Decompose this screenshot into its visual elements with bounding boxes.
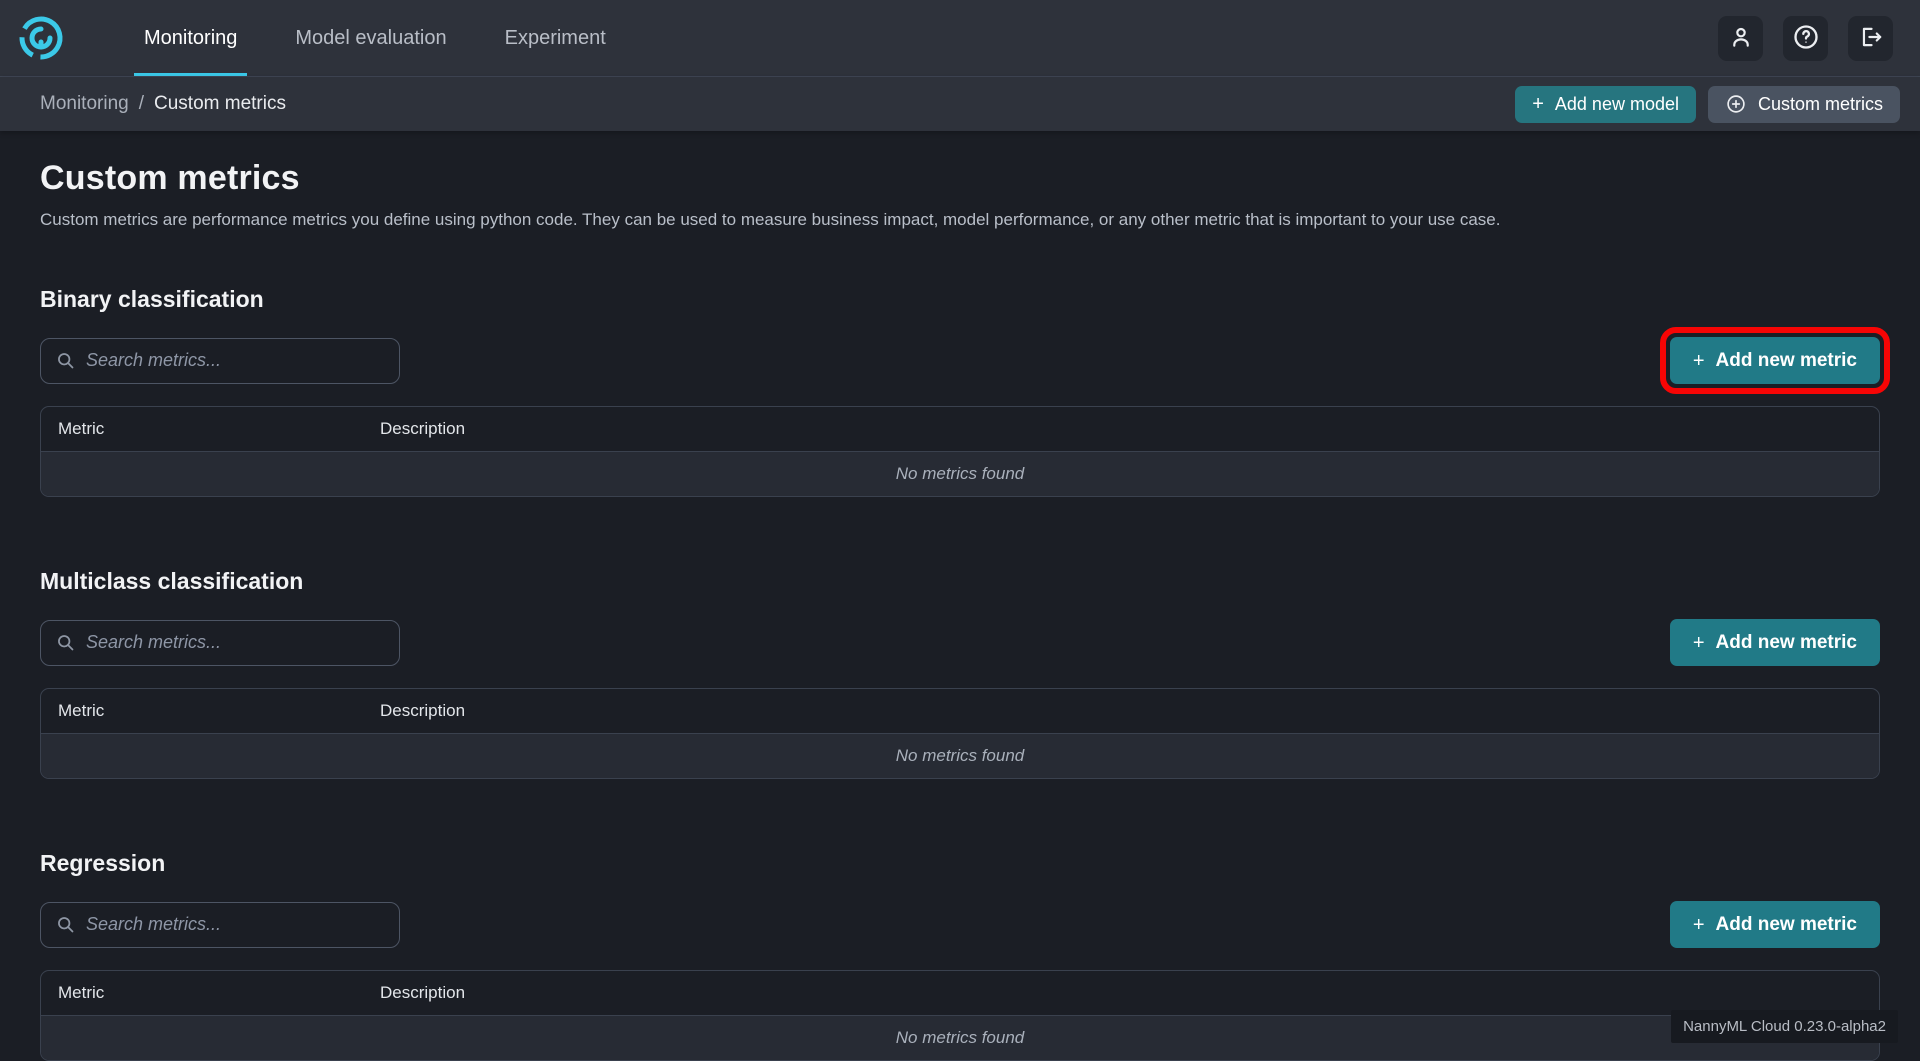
column-header-metric: Metric <box>41 419 363 439</box>
column-header-description: Description <box>363 983 1879 1003</box>
section-heading-multiclass: Multiclass classification <box>40 568 1880 595</box>
add-new-model-label: Add new model <box>1555 94 1679 115</box>
metrics-table-binary: Metric Description No metrics found <box>40 406 1880 497</box>
add-new-metric-button-binary[interactable]: + Add new metric <box>1670 337 1880 384</box>
add-new-metric-button-multiclass[interactable]: + Add new metric <box>1670 619 1880 666</box>
table-header: Metric Description <box>41 407 1879 451</box>
section-heading-binary: Binary classification <box>40 286 1880 313</box>
logout-button[interactable] <box>1848 16 1893 61</box>
version-badge: NannyML Cloud 0.23.0-alpha2 <box>1671 1010 1898 1043</box>
empty-state-row: No metrics found <box>41 451 1879 496</box>
plus-icon: + <box>1693 633 1705 653</box>
page-description: Custom metrics are performance metrics y… <box>40 210 1880 230</box>
breadcrumb: Monitoring / Custom metrics <box>40 93 286 115</box>
add-new-metric-label: Add new metric <box>1716 632 1857 654</box>
empty-state-text: No metrics found <box>896 464 1025 484</box>
search-icon <box>55 632 76 653</box>
help-button[interactable] <box>1783 16 1828 61</box>
section-regression: Regression + Add new metric Metric Descr… <box>40 850 1880 1061</box>
main-content: Custom metrics Custom metrics are perfor… <box>0 159 1920 1061</box>
search-metrics-input-binary[interactable] <box>40 338 400 384</box>
metrics-table-regression: Metric Description No metrics found <box>40 970 1880 1061</box>
section-binary-classification: Binary classification + Add new metric M… <box>40 286 1880 497</box>
logout-icon <box>1858 24 1884 53</box>
column-header-metric: Metric <box>41 983 363 1003</box>
add-new-metric-label: Add new metric <box>1716 350 1857 372</box>
main-tabs: Monitoring Model evaluation Experiment <box>115 0 635 76</box>
empty-state-row: No metrics found <box>41 1015 1879 1060</box>
page-title: Custom metrics <box>40 159 1880 198</box>
help-icon <box>1792 23 1820 54</box>
breadcrumb-separator: / <box>139 93 144 115</box>
search-metrics-input-multiclass[interactable] <box>40 620 400 666</box>
search-input-binary[interactable] <box>86 350 385 371</box>
section-heading-regression: Regression <box>40 850 1880 877</box>
metrics-table-multiclass: Metric Description No metrics found <box>40 688 1880 779</box>
empty-state-text: No metrics found <box>896 1028 1025 1048</box>
section-multiclass-classification: Multiclass classification + Add new metr… <box>40 568 1880 779</box>
custom-metrics-button[interactable]: Custom metrics <box>1708 86 1900 123</box>
column-header-description: Description <box>363 701 1879 721</box>
search-icon <box>55 350 76 371</box>
search-icon <box>55 914 76 935</box>
plus-icon: + <box>1693 915 1705 935</box>
search-metrics-input-regression[interactable] <box>40 902 400 948</box>
breadcrumb-bar: Monitoring / Custom metrics + Add new mo… <box>0 77 1920 131</box>
nannyml-logo[interactable] <box>17 0 67 76</box>
column-header-description: Description <box>363 419 1879 439</box>
search-input-regression[interactable] <box>86 914 385 935</box>
tab-monitoring[interactable]: Monitoring <box>134 0 247 76</box>
user-button[interactable] <box>1718 16 1763 61</box>
plus-icon: + <box>1532 94 1544 114</box>
add-new-metric-label: Add new metric <box>1716 914 1857 936</box>
search-input-multiclass[interactable] <box>86 632 385 653</box>
tab-experiment[interactable]: Experiment <box>495 0 616 76</box>
circle-plus-icon <box>1725 93 1747 115</box>
highlight-annotation: + Add new metric <box>1660 327 1890 394</box>
custom-metrics-label: Custom metrics <box>1758 94 1883 115</box>
empty-state-text: No metrics found <box>896 746 1025 766</box>
table-header: Metric Description <box>41 971 1879 1015</box>
nav-action-buttons <box>1718 0 1893 76</box>
add-new-metric-button-regression[interactable]: + Add new metric <box>1670 901 1880 948</box>
breadcrumb-monitoring[interactable]: Monitoring <box>40 93 129 115</box>
tab-model-evaluation[interactable]: Model evaluation <box>285 0 456 76</box>
empty-state-row: No metrics found <box>41 733 1879 778</box>
column-header-metric: Metric <box>41 701 363 721</box>
top-nav: Monitoring Model evaluation Experiment <box>0 0 1920 77</box>
user-icon <box>1728 24 1754 53</box>
breadcrumb-actions: + Add new model Custom metrics <box>1515 86 1900 123</box>
add-new-model-button[interactable]: + Add new model <box>1515 86 1696 123</box>
plus-icon: + <box>1693 351 1705 371</box>
breadcrumb-custom-metrics: Custom metrics <box>154 93 286 115</box>
table-header: Metric Description <box>41 689 1879 733</box>
